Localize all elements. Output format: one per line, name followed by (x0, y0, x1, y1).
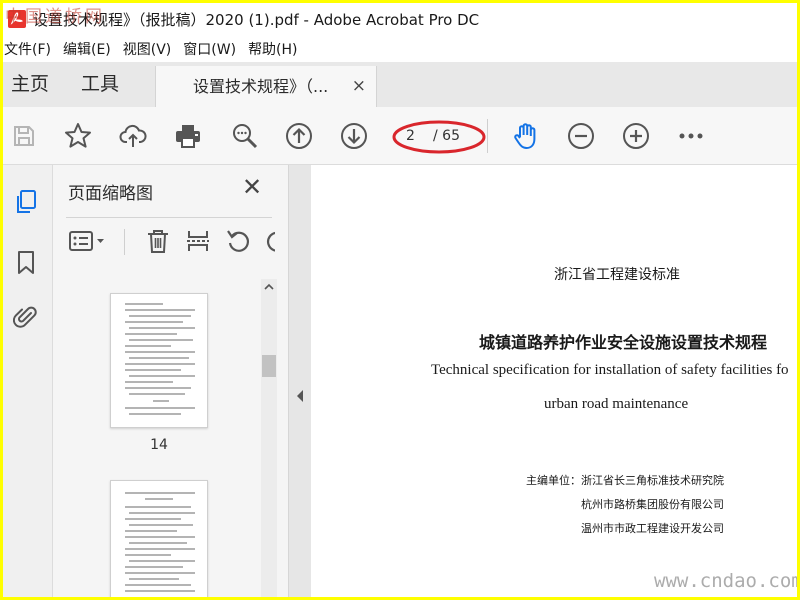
attachment-icon[interactable] (13, 304, 39, 330)
panel-close-button[interactable]: ✕ (242, 175, 262, 199)
thumbnail-page-number: 14 (150, 437, 168, 453)
menu-view[interactable]: 视图(V) (117, 39, 178, 59)
menu-bar: 文件(F) 编辑(E) 视图(V) 窗口(W) 帮助(H) (3, 35, 797, 62)
extract-icon[interactable] (184, 227, 212, 255)
zoom-in-icon[interactable] (621, 121, 651, 151)
panel-toolbar-divider (124, 229, 125, 255)
doc-title-english-line2: urban road maintenance (544, 396, 689, 412)
zoom-search-icon[interactable] (230, 121, 260, 151)
left-navigation-rail (3, 165, 53, 597)
delete-icon[interactable] (144, 227, 172, 255)
bookmark-icon[interactable] (13, 249, 39, 275)
thumbnail-options-icon[interactable] (68, 227, 108, 255)
more-icon[interactable] (676, 121, 706, 151)
window-title: 设置技术规程》（报批稿）2020 (1).pdf - Adobe Acrobat… (33, 10, 480, 29)
rotate-icon[interactable] (225, 227, 253, 255)
menu-window[interactable]: 窗口(W) (177, 39, 242, 59)
tab-bar: 主页 工具 设置技术规程》（... × (3, 62, 797, 107)
bookmark-star-icon[interactable] (63, 121, 93, 151)
page-up-icon[interactable] (284, 121, 314, 151)
tab-close-button[interactable]: × (352, 66, 366, 107)
hand-tool-icon[interactable] (511, 121, 541, 151)
scrollbar-thumb[interactable] (262, 355, 276, 377)
tab-tools[interactable]: 工具 (81, 62, 119, 107)
menu-file[interactable]: 文件(F) (3, 39, 57, 59)
doc-editor-label: 主编单位： (526, 474, 581, 487)
print-icon[interactable] (173, 121, 203, 151)
thumbnails-panel: 页面缩略图 ✕ 14 (53, 165, 289, 597)
page-thumbnail[interactable] (110, 293, 208, 428)
document-view[interactable]: 浙江省工程建设标准 城镇道路养护作业安全设施设置技术规程 Technical s… (311, 165, 797, 597)
menu-help[interactable]: 帮助(H) (242, 39, 303, 59)
toolbar-divider (487, 119, 488, 153)
doc-editor: 温州市市政工程建设开发公司 (581, 522, 724, 535)
save-icon[interactable] (9, 121, 39, 151)
page-down-icon[interactable] (339, 121, 369, 151)
red-annotation-ellipse (391, 119, 487, 155)
zoom-out-icon[interactable] (566, 121, 596, 151)
thumbnails-scrollbar[interactable] (261, 279, 277, 597)
doc-editor: 杭州市路桥集团股份有限公司 (581, 498, 724, 511)
panel-title: 页面缩略图 (68, 184, 153, 204)
acrobat-window: 设置技术规程》（报批稿）2020 (1).pdf - Adobe Acrobat… (3, 3, 797, 597)
tab-document[interactable]: 设置技术规程》（... × (155, 66, 377, 107)
panel-collapse-strip[interactable] (289, 165, 311, 597)
title-bar: 设置技术规程》（报批稿）2020 (1).pdf - Adobe Acrobat… (3, 3, 797, 35)
doc-title-english-line1: Technical specification for installation… (431, 362, 789, 378)
tab-document-label: 设置技术规程》（... (193, 77, 329, 96)
doc-title-chinese: 城镇道路养护作业安全设施设置技术规程 (479, 333, 768, 352)
scroll-up-arrow-icon[interactable] (261, 279, 277, 295)
rotate-clockwise-icon[interactable] (263, 227, 275, 255)
page-thumbnails-icon[interactable] (13, 189, 39, 215)
upload-cloud-icon[interactable] (118, 121, 148, 151)
tab-home[interactable]: 主页 (11, 62, 49, 107)
toolbar: 2 / 65 (3, 107, 797, 165)
doc-organization: 浙江省工程建设标准 (554, 267, 680, 283)
doc-editor: 浙江省长三角标准技术研究院 (581, 474, 724, 487)
collapse-arrow-icon[interactable] (296, 387, 304, 402)
page-thumbnail[interactable] (110, 480, 208, 597)
menu-edit[interactable]: 编辑(E) (57, 39, 117, 59)
panel-divider (66, 217, 272, 218)
acrobat-logo-icon (7, 9, 27, 29)
